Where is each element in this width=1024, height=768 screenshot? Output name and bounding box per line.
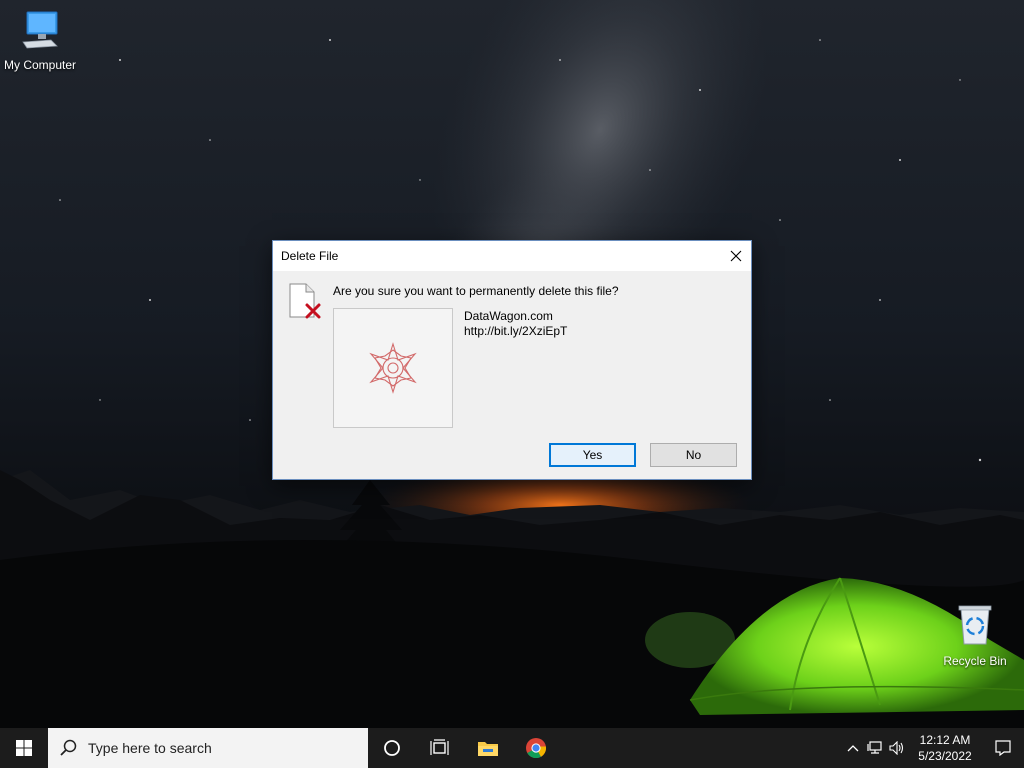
system-tray: 12:12 AM 5/23/2022 xyxy=(842,728,1024,768)
volume-button[interactable] xyxy=(886,728,908,768)
file-url: http://bit.ly/2XziEpT xyxy=(464,324,568,338)
clock-date: 5/23/2022 xyxy=(918,749,972,763)
windows-logo-icon xyxy=(16,740,32,756)
action-center-button[interactable] xyxy=(982,728,1024,768)
file-info: DataWagon.com http://bit.ly/2XziEpT xyxy=(464,309,567,339)
show-hidden-icons-button[interactable] xyxy=(842,728,864,768)
search-placeholder: Type here to search xyxy=(88,740,212,756)
task-view-icon xyxy=(430,739,449,755)
desktop-icon-label: My Computer xyxy=(3,58,77,72)
file-thumbnail xyxy=(333,308,453,428)
dialog-title: Delete File xyxy=(281,249,339,263)
network-icon xyxy=(867,741,882,754)
file-name: DataWagon.com xyxy=(464,309,553,323)
volume-icon xyxy=(889,741,904,755)
taskbar-clock[interactable]: 12:12 AM 5/23/2022 xyxy=(908,732,982,764)
taskbar: Type here to search 12:12 AM 5/23/2022 xyxy=(0,728,1024,768)
close-icon xyxy=(730,250,742,262)
file-explorer-button[interactable] xyxy=(464,728,512,768)
delete-file-dialog: Delete File Are you sure you want to per… xyxy=(272,240,752,480)
recycle-bin-icon xyxy=(953,602,997,651)
chrome-icon xyxy=(526,738,547,759)
search-icon xyxy=(60,739,77,756)
desktop-icon-recycle-bin[interactable]: Recycle Bin xyxy=(935,602,1015,668)
desktop-icon-label: Recycle Bin xyxy=(943,654,1007,668)
cortana-icon xyxy=(384,740,400,756)
delete-file-icon xyxy=(288,283,322,324)
dialog-body: Are you sure you want to permanently del… xyxy=(273,271,751,480)
computer-icon xyxy=(17,8,63,55)
no-button[interactable]: No xyxy=(650,443,737,467)
chevron-up-icon xyxy=(847,745,859,752)
notification-icon xyxy=(995,740,1011,756)
desktop-icon-my-computer[interactable]: My Computer xyxy=(0,8,80,72)
taskbar-search-box[interactable]: Type here to search xyxy=(48,728,368,768)
file-explorer-icon xyxy=(478,742,498,756)
file-preview-icon xyxy=(369,342,417,394)
start-button[interactable] xyxy=(0,728,48,768)
network-button[interactable] xyxy=(864,728,886,768)
yes-button[interactable]: Yes xyxy=(549,443,636,467)
chrome-button[interactable] xyxy=(512,728,560,768)
close-button[interactable] xyxy=(721,241,751,271)
confirm-question: Are you sure you want to permanently del… xyxy=(333,284,619,298)
dialog-titlebar[interactable]: Delete File xyxy=(273,241,751,271)
clock-time: 12:12 AM xyxy=(919,733,971,747)
task-view-button[interactable] xyxy=(416,728,464,768)
cortana-button[interactable] xyxy=(368,728,416,768)
